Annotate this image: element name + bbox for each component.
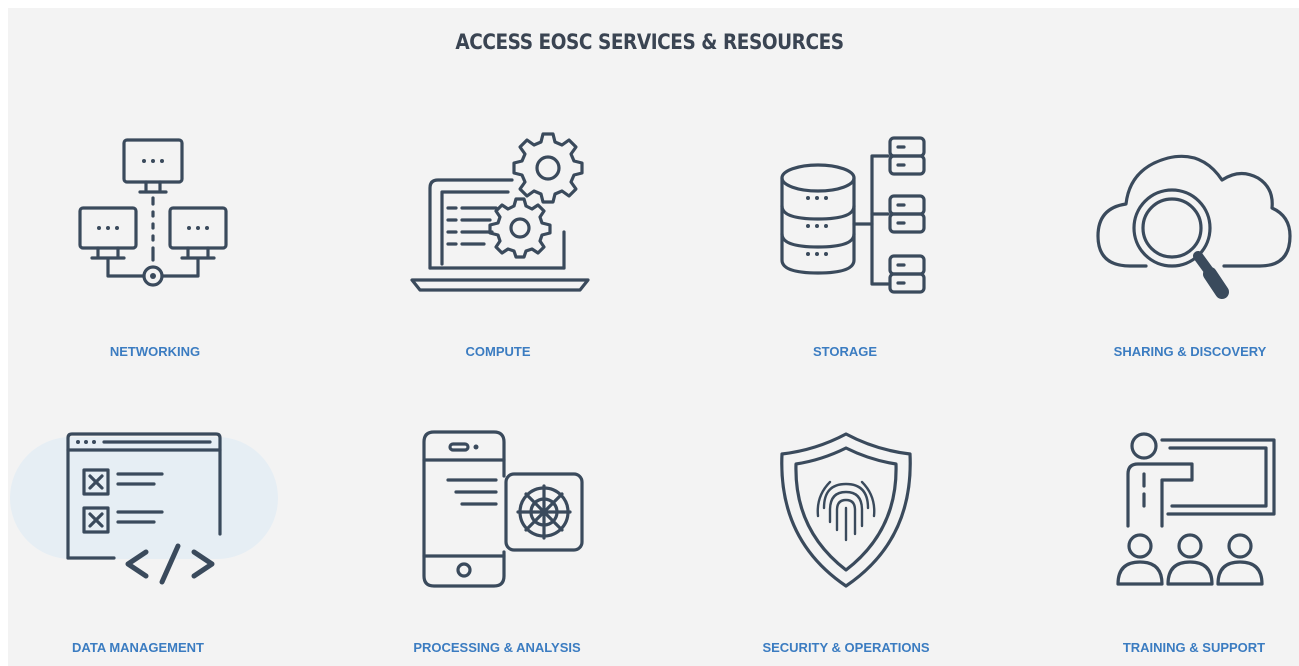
service-security-operations[interactable]: SECURITY & OPERATIONS	[738, 430, 954, 666]
service-label: SHARING & DISCOVERY	[1113, 344, 1267, 359]
service-networking[interactable]: NETWORKING	[60, 128, 250, 368]
presentation-audience-icon	[1116, 432, 1276, 586]
service-label: STORAGE	[812, 344, 878, 359]
service-sharing-discovery[interactable]: SHARING & DISCOVERY	[1090, 128, 1292, 368]
service-training-support[interactable]: TRAINING & SUPPORT	[1100, 430, 1288, 666]
page: ACCESS EOSC SERVICES & RESOURCES NETWORK…	[0, 0, 1299, 666]
phone-processor-icon	[422, 430, 584, 588]
network-icon	[78, 138, 228, 287]
service-storage[interactable]: STORAGE	[750, 128, 940, 368]
database-storage-icon	[780, 136, 926, 294]
service-label: PROCESSING & ANALYSIS	[413, 640, 581, 655]
service-processing-analysis[interactable]: PROCESSING & ANALYSIS	[392, 430, 607, 666]
laptop-gear-icon	[410, 132, 590, 292]
code-window-icon	[66, 432, 222, 585]
service-label: NETWORKING	[109, 344, 201, 359]
service-label: SECURITY & OPERATIONS	[762, 640, 930, 655]
cloud-search-icon	[1096, 154, 1292, 299]
service-label: COMPUTE	[465, 344, 531, 359]
service-label: DATA MANAGEMENT	[72, 640, 204, 655]
service-compute[interactable]: COMPUTE	[400, 128, 600, 368]
fingerprint-shield-icon	[780, 432, 912, 588]
service-label: TRAINING & SUPPORT	[1122, 640, 1266, 655]
page-title: ACCESS EOSC SERVICES & RESOURCES	[455, 30, 844, 54]
service-data-management[interactable]: DATA MANAGEMENT	[58, 430, 248, 666]
